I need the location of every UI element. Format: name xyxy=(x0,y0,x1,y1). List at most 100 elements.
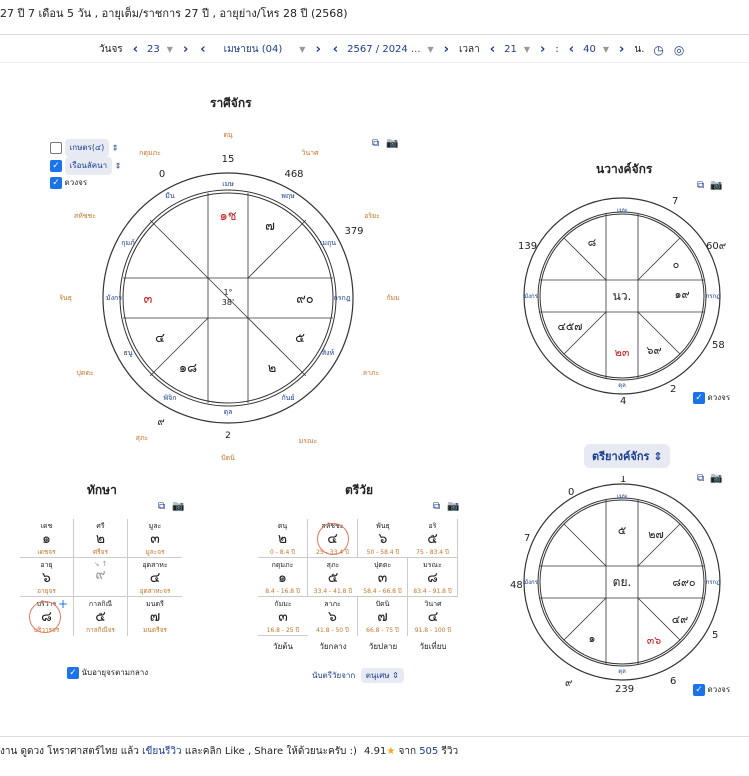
triyang-zodiac-label: เมษ xyxy=(617,493,627,500)
footer-text2: และคลิก Like , Share ให้ด้วยนะครับ :) xyxy=(184,746,357,757)
minute-next-icon[interactable]: › xyxy=(619,42,624,57)
nawang-cell: ๖๙ xyxy=(646,344,661,357)
nawang-outer-num: 2 xyxy=(670,384,676,395)
nawang-center: นว. xyxy=(613,289,632,303)
minute-prev-icon[interactable]: ‹ xyxy=(569,42,574,57)
chevron-down-icon[interactable]: ▼ xyxy=(603,45,609,54)
clock-icon[interactable]: ◷ xyxy=(653,43,663,57)
chevron-down-icon[interactable]: ▼ xyxy=(299,45,305,54)
triyang-outer-num: 0 xyxy=(568,487,574,498)
hour-prev-icon[interactable]: ‹ xyxy=(490,42,495,57)
hour-select[interactable]: 21 xyxy=(504,44,517,55)
year-prev-icon[interactable]: ‹ xyxy=(333,42,338,57)
taksa-cell: ศรี๒ศรีจร xyxy=(74,519,128,558)
chevron-down-icon[interactable]: ▼ xyxy=(428,45,434,54)
rasi-outer-num: 468 xyxy=(284,169,303,180)
age-group-label: วัยกลาง xyxy=(319,642,347,651)
option-label: ดวงจร xyxy=(707,393,731,402)
triwai-cell-highlight: สหัชชะ๔ 25 - 33.4 ปี xyxy=(308,519,358,558)
from-label: จาก xyxy=(398,746,416,757)
rasi-outer-num: 15 xyxy=(222,154,235,165)
triyang-cell: ๘๙๐ xyxy=(672,576,695,589)
minute-select[interactable]: 40 xyxy=(583,44,596,55)
nawang-outer-num: 58 xyxy=(712,340,725,351)
nawang-outer-num: 4 xyxy=(620,396,626,407)
review-count[interactable]: 505 xyxy=(419,746,438,757)
external-link-icon[interactable]: ⧉ xyxy=(158,501,165,512)
month-select[interactable]: เมษายน (04) xyxy=(224,42,283,57)
rasi-center-min: 38' xyxy=(222,298,234,307)
rasi-house-label: พันธุ xyxy=(60,294,72,302)
triwai-toolbar: ⧉ 📷 xyxy=(433,501,460,512)
target-icon[interactable]: ◎ xyxy=(674,43,684,57)
time-unit: น. xyxy=(634,44,645,55)
rasi-outer-num: 2 xyxy=(225,431,231,441)
nawang-outer-num: 60๙ xyxy=(706,241,726,252)
triwai-grid-body: ตนุ๒ 0 - 8.4 ปี สหัชชะ๔ 25 - 33.4 ปี พันธุ… xyxy=(258,519,458,653)
hour-next-icon[interactable]: › xyxy=(540,42,545,57)
nawang-zodiac-label: มังกร xyxy=(524,293,539,300)
taksa-option[interactable]: ✓ นับอายุจรตามกลาง xyxy=(67,666,148,679)
rasi-zodiac-label: สิงห์ xyxy=(322,349,335,357)
rasi-house-value: ๙๐ xyxy=(296,292,314,307)
review-word: รีวิว xyxy=(441,746,459,757)
write-review-link[interactable]: เขียนรีวิว xyxy=(142,746,182,757)
camera-icon[interactable]: 📷 xyxy=(447,501,459,512)
checkbox-icon[interactable]: ✓ xyxy=(693,391,705,404)
taksa-title: ทักษา xyxy=(87,483,117,497)
triwai-cell: กัมมะ๓ 16.8 - 25 ปี xyxy=(258,597,308,636)
day-prev-icon[interactable]: ‹ xyxy=(133,42,138,57)
rasi-house-label: ตนุ xyxy=(223,131,233,139)
footer-text: งาน ดูดวง โหราศาสตร์ไทย แล้ว xyxy=(0,746,139,757)
triyang-select[interactable]: ตรียางค์จักร ⇕ xyxy=(584,444,671,468)
camera-icon[interactable]: 📷 xyxy=(172,501,184,512)
taksa-cell: อุตสาหะ๔อุตสาหะจร xyxy=(128,558,182,597)
taksa-cell: อายุ๖อายุจร xyxy=(20,558,74,597)
rasi-house-value: ๔ xyxy=(155,331,165,346)
plus-icon[interactable]: + xyxy=(58,597,68,611)
month-next-icon[interactable]: › xyxy=(315,42,320,57)
rasi-house-label: อริยะ xyxy=(364,212,380,220)
external-link-icon[interactable]: ⧉ xyxy=(433,501,440,512)
divider xyxy=(0,34,749,35)
triyang-zodiac-label: กรกฎ xyxy=(706,579,721,586)
star-icon: ★ xyxy=(386,746,396,757)
chevron-down-icon[interactable]: ▼ xyxy=(524,45,530,54)
triyang-cell: ๔๙ xyxy=(672,613,688,626)
taksa-cell: เดช๑เดชจร xyxy=(20,519,74,558)
checkbox-icon[interactable]: ✓ xyxy=(67,666,79,679)
rasi-zodiac-label: ธนู xyxy=(123,349,132,357)
footer: งาน ดูดวง โหราศาสตร์ไทย แล้ว เขียนรีวิว … xyxy=(0,744,458,759)
checkbox-icon[interactable]: ✓ xyxy=(693,683,705,696)
day-next-icon[interactable]: › xyxy=(183,42,188,57)
triyang-outer-num: ๙ xyxy=(565,678,572,689)
rasi-house-label: วินาศ xyxy=(301,149,319,157)
taksa-cell-highlight: บริวาร๘บริวารจร + xyxy=(20,597,74,636)
month-prev-icon[interactable]: ‹ xyxy=(200,42,205,57)
triwai-count-row: นับตรีวัยจาก ตนุเศษ ⇕ xyxy=(312,668,404,683)
rasi-house-label: ปุตตะ xyxy=(76,369,94,377)
nawang-title: นวางค์จักร xyxy=(596,162,653,176)
taksa-cell: กาลกิณี๕กาลกิณีจร xyxy=(74,597,128,636)
rasi-house-value: ๕ xyxy=(295,331,305,346)
chevron-updown-icon: ⇕ xyxy=(653,450,663,463)
year-next-icon[interactable]: › xyxy=(444,42,449,57)
age-group-row: วัยต้น วัยกลาง วัยปลาย วัยเที่ยบ xyxy=(258,640,458,653)
triyang-cell: ๕ xyxy=(618,524,626,537)
nawang-duangjon-option[interactable]: ✓ ดวงจร xyxy=(693,391,730,404)
age-group-label: วัยปลาย xyxy=(368,642,398,651)
chevron-down-icon[interactable]: ▼ xyxy=(167,45,173,54)
year-select[interactable]: 2567 / 2024 ... xyxy=(347,44,420,55)
rasi-house-value: ๒ xyxy=(268,361,277,376)
nawang-cell: ๘ xyxy=(588,236,597,249)
rasi-red-marker: ๓ xyxy=(144,292,153,307)
count-select[interactable]: ตนุเศษ ⇕ xyxy=(360,668,404,683)
nawang-zodiac-label: ตุล xyxy=(618,382,626,389)
nawang-zodiac-label: เมษ xyxy=(617,207,627,214)
rasi-chart: 15 468 379 0 ๙ 2 ตนุ วินาศ อริยะ กัมม ลา… xyxy=(60,131,400,462)
rasi-house-value: ๗ xyxy=(265,219,275,234)
taksa-cell-center: ↘ ↑ ๙ xyxy=(74,558,128,597)
day-select[interactable]: 23 xyxy=(147,44,160,55)
triyang-duangjon-option[interactable]: ✓ ดวงจร xyxy=(693,683,730,696)
triwai-title: ตรีวัย xyxy=(345,483,374,497)
